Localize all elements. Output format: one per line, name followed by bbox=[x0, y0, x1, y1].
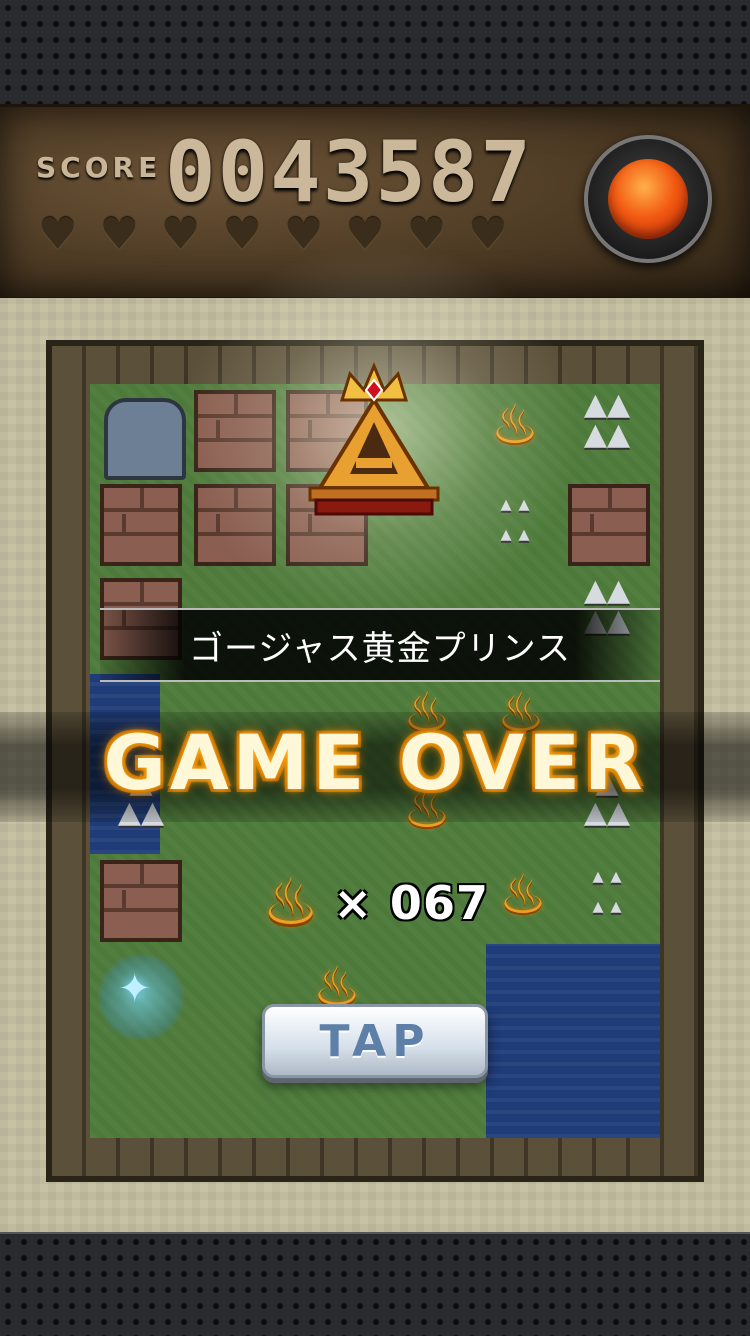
heart-icon: ♥ bbox=[38, 209, 78, 260]
flame-count: ♨ × 067 bbox=[262, 868, 489, 938]
player-character: ✦ bbox=[96, 952, 186, 1042]
bottom-metal-bar bbox=[0, 1232, 750, 1336]
heart-icon: ♥ bbox=[99, 209, 139, 260]
brick-tile bbox=[100, 484, 182, 566]
spike-tile: ▴ ▴▴ ▴ bbox=[592, 864, 622, 919]
score-label: SCORE bbox=[36, 151, 162, 184]
water-area bbox=[486, 944, 660, 1138]
game-over-text: GAME OVER bbox=[103, 718, 647, 807]
tap-label: TAP bbox=[319, 1015, 431, 1067]
score-value: 0043587 bbox=[165, 123, 534, 221]
flame-icon: ♨ bbox=[262, 866, 320, 940]
brick-tile bbox=[568, 484, 650, 566]
record-button[interactable] bbox=[584, 135, 712, 263]
sparkle-icon: ✦ bbox=[118, 966, 152, 1012]
earned-title: ゴージャス黄金プリンス bbox=[189, 628, 571, 669]
brick-tile bbox=[100, 860, 182, 942]
title-banner: ゴージャス黄金プリンス bbox=[100, 608, 660, 682]
top-metal-bar bbox=[0, 0, 750, 106]
record-icon bbox=[608, 159, 688, 239]
tombstone-tile bbox=[104, 398, 186, 480]
flame-count-value: × 067 bbox=[333, 876, 489, 930]
trophy-icon bbox=[308, 362, 440, 516]
tap-button[interactable]: TAP bbox=[262, 1004, 488, 1078]
flame-tile: ♨ bbox=[498, 863, 548, 926]
